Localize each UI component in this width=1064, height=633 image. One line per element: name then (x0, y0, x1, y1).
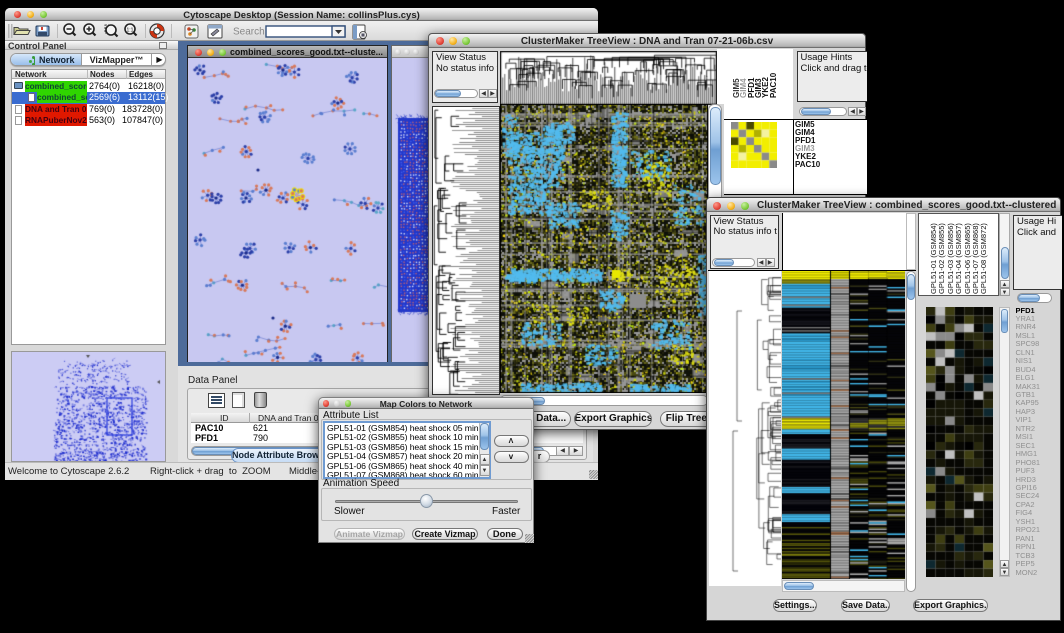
svg-text:1:1: 1:1 (127, 28, 134, 34)
svg-text:Search:: Search: (233, 27, 267, 38)
